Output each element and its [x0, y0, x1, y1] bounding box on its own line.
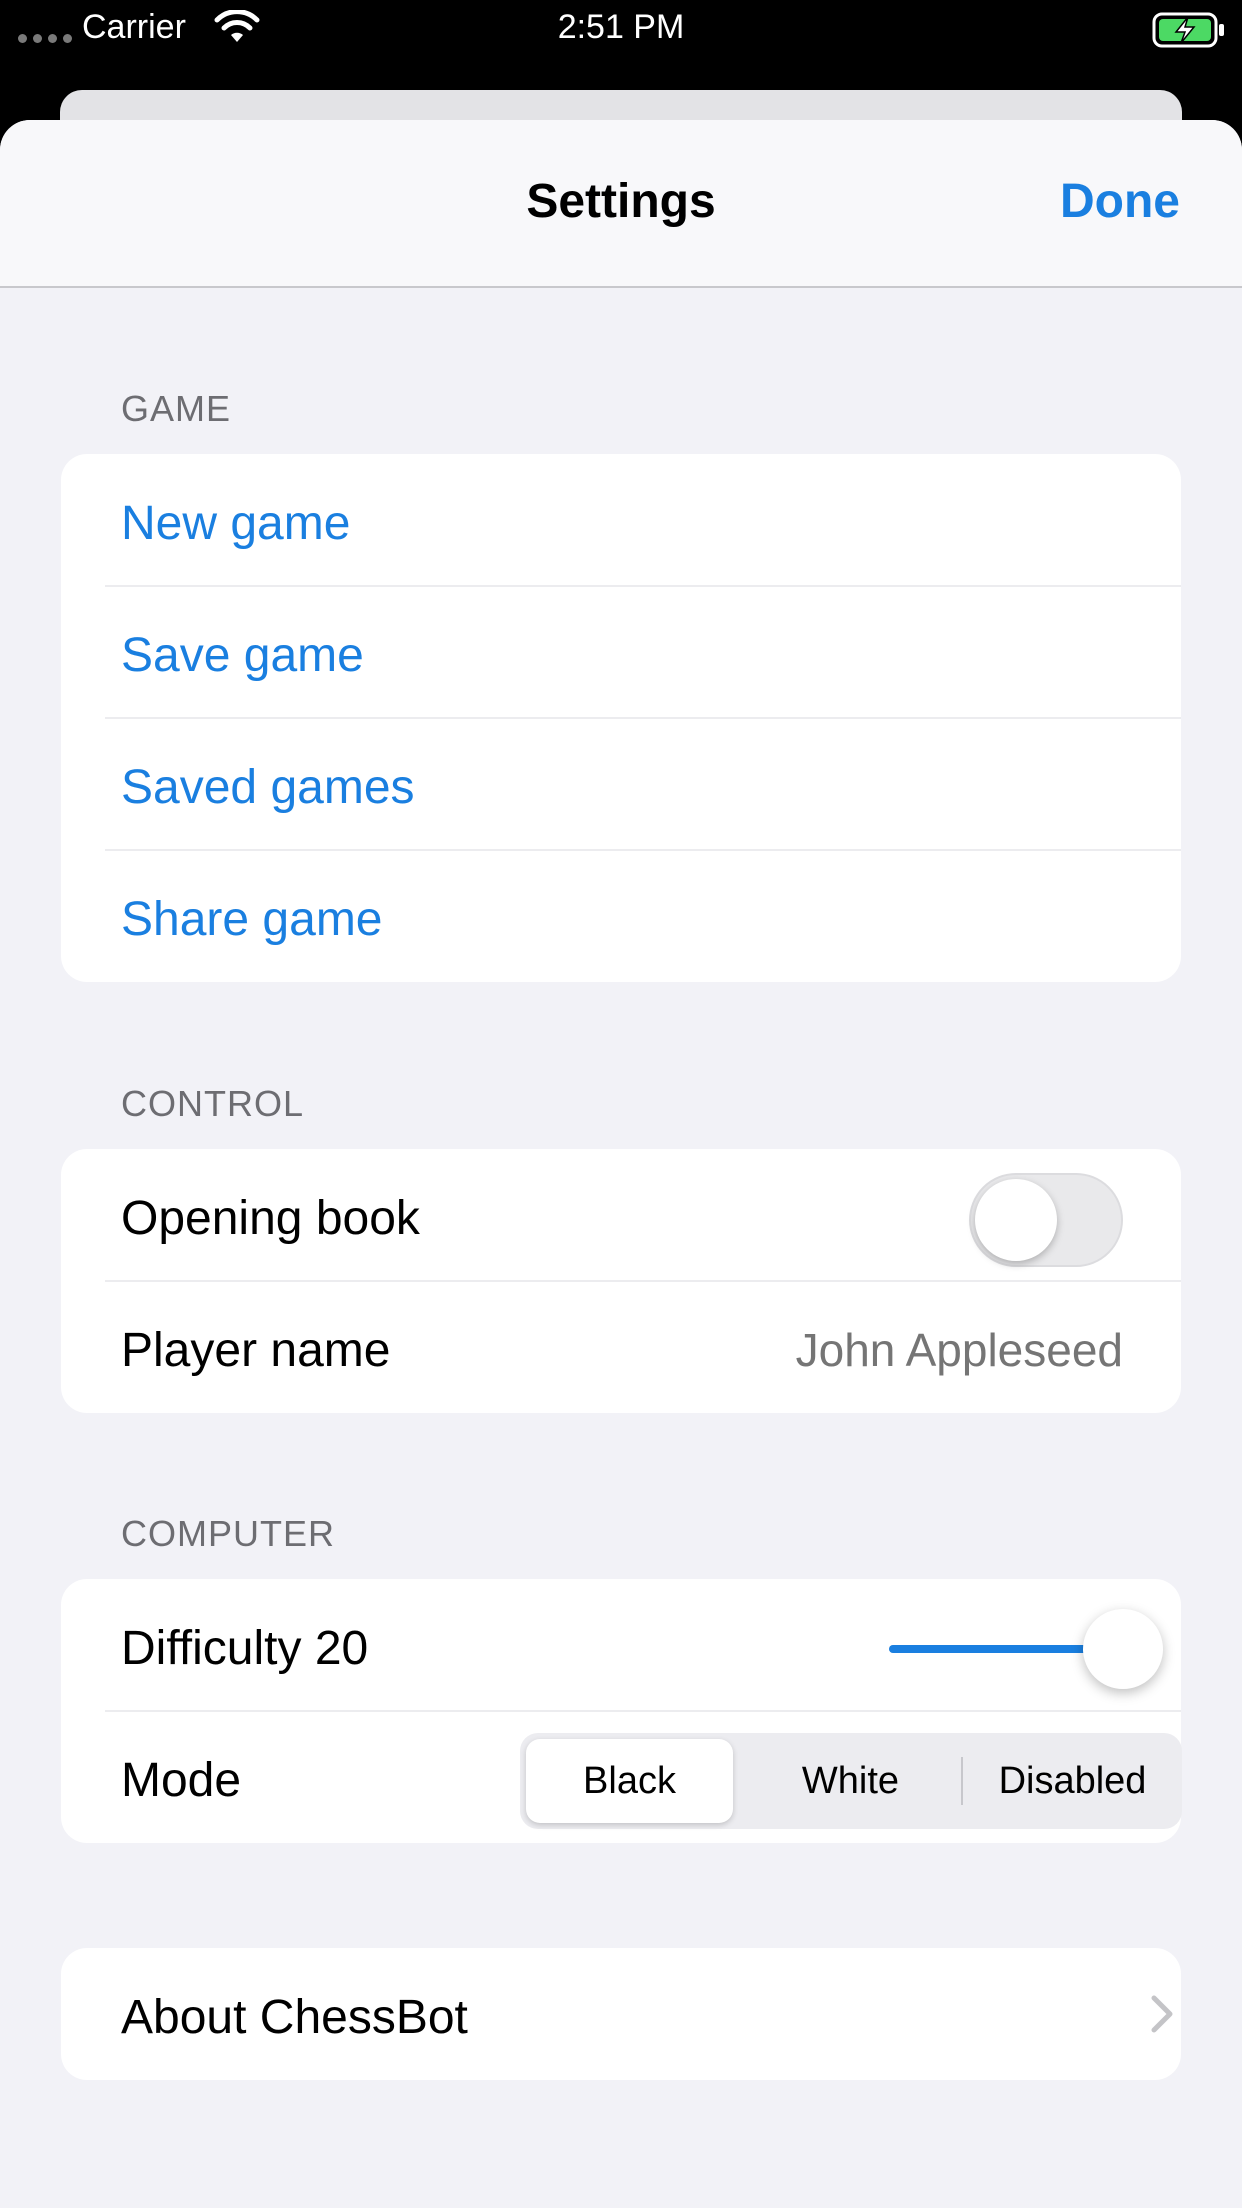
mode-option-black[interactable]: Black	[526, 1739, 733, 1823]
new-game-row[interactable]: New game	[61, 454, 1181, 586]
navigation-bar: Settings Done	[0, 120, 1242, 288]
difficulty-row: Difficulty 20	[61, 1579, 1181, 1711]
save-game-label: Save game	[121, 629, 364, 682]
saved-games-label: Saved games	[121, 761, 415, 814]
mode-option-disabled[interactable]: Disabled	[969, 1739, 1176, 1823]
player-name-field[interactable]	[661, 1323, 1123, 1377]
status-time: 2:51 PM	[557, 8, 685, 46]
game-group: New game Save game Saved games Share gam…	[61, 454, 1181, 982]
segment-divider	[961, 1757, 963, 1805]
difficulty-label: Difficulty 20	[121, 1622, 369, 1675]
section-header-computer: COMPUTER	[121, 1513, 335, 1554]
player-name-row: Player name	[61, 1281, 1181, 1413]
share-game-label: Share game	[121, 893, 383, 946]
mode-option-white[interactable]: White	[747, 1739, 954, 1823]
control-group: Opening book Player name	[61, 1149, 1181, 1413]
opening-book-toggle[interactable]	[969, 1173, 1123, 1267]
toggle-knob	[975, 1179, 1057, 1261]
settings-sheet: Settings Done GAME New game Save game Sa…	[0, 120, 1242, 2208]
share-game-row[interactable]: Share game	[61, 850, 1181, 982]
status-bar: Carrier 2:51 PM	[0, 0, 1242, 58]
slider-thumb[interactable]	[1083, 1609, 1163, 1689]
about-label: About ChessBot	[121, 1991, 468, 2044]
chevron-right-icon	[1150, 1994, 1174, 2039]
about-group: About ChessBot	[61, 1948, 1181, 2080]
page-title: Settings	[526, 175, 716, 228]
saved-games-row[interactable]: Saved games	[61, 718, 1181, 850]
player-name-label: Player name	[121, 1324, 391, 1377]
mode-segmented-control: Black White Disabled	[520, 1733, 1182, 1829]
new-game-label: New game	[121, 497, 351, 550]
computer-group: Difficulty 20 Mode Black White Disabled	[61, 1579, 1182, 1843]
save-game-row[interactable]: Save game	[61, 586, 1181, 718]
opening-book-label: Opening book	[121, 1192, 420, 1245]
mode-row: Mode Black White Disabled	[61, 1711, 1182, 1843]
done-button[interactable]: Done	[1060, 174, 1180, 229]
difficulty-slider[interactable]	[829, 1609, 1183, 1689]
battery-charging-icon	[1152, 12, 1226, 57]
section-header-game: GAME	[121, 388, 232, 429]
section-header-control: CONTROL	[121, 1083, 305, 1124]
about-row[interactable]: About ChessBot	[61, 1948, 1181, 2080]
mode-label: Mode	[121, 1754, 242, 1807]
opening-book-row: Opening book	[61, 1149, 1181, 1281]
